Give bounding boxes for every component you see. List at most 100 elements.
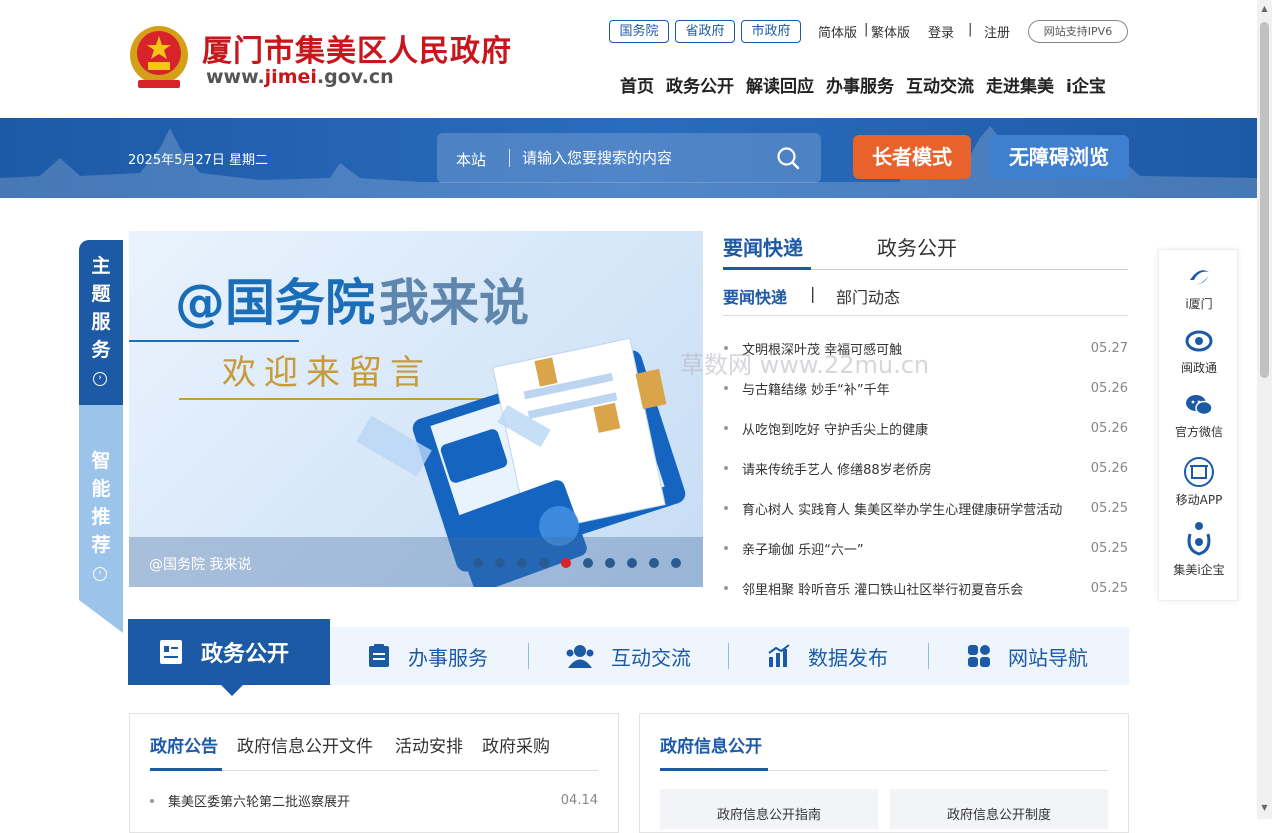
national-emblem-icon	[130, 26, 188, 88]
clipboard-icon	[369, 644, 389, 667]
nav-interpretation[interactable]: 解读回应	[746, 72, 814, 97]
carousel-dot[interactable]	[561, 558, 571, 568]
nav-services[interactable]: 办事服务	[826, 72, 894, 97]
scrollbar-thumb[interactable]	[1260, 22, 1269, 378]
announcements-panel	[129, 713, 619, 833]
nav-divider	[528, 643, 529, 669]
link-label: 闽政通	[1180, 361, 1217, 375]
carousel-title-b: 我来说	[379, 274, 529, 332]
carousel-dot[interactable]	[583, 558, 593, 568]
link-i-xiamen[interactable]: i厦门	[1159, 262, 1239, 312]
carousel-subtitle: 欢迎来留言	[222, 353, 432, 393]
nav-gov-affairs[interactable]: 政务公开	[666, 72, 734, 97]
feature-label: 互动交流	[611, 645, 691, 670]
lang-simplified[interactable]: 简体版	[818, 22, 857, 41]
subtab-news-express[interactable]: 要闻快递	[723, 284, 787, 308]
register-link[interactable]: 注册	[984, 22, 1010, 41]
theme-service-char: 主	[91, 255, 111, 277]
nav-home[interactable]: 首页	[620, 72, 654, 97]
subtab-dept-news[interactable]: 部门动态	[836, 284, 900, 308]
ipv6-badge: 网站支持IPV6	[1028, 20, 1128, 43]
card-disclosure-system[interactable]: 政府信息公开制度	[890, 789, 1108, 829]
list-item[interactable]: 集美区委第六轮第二批巡察展开 04.14	[150, 791, 598, 810]
site-url: www.jimei.gov.cn	[206, 66, 394, 88]
item-date: 04.14	[560, 793, 598, 808]
bullet	[724, 586, 728, 590]
elder-mode-button[interactable]: 长者模式	[853, 135, 971, 179]
login-link[interactable]: 登录	[928, 22, 954, 41]
card-disclosure-guide[interactable]: 政府信息公开指南	[660, 789, 878, 829]
feature-gov-affairs[interactable]: 政务公开	[157, 619, 289, 685]
news-item[interactable]: 亲子瑜伽 乐迎“六一” 05.25	[723, 528, 1128, 568]
news-date: 05.26	[1090, 380, 1128, 396]
link-label: 集美i企宝	[1173, 563, 1225, 577]
carousel-dot[interactable]	[649, 558, 659, 568]
carousel-dot[interactable]	[495, 558, 505, 568]
accessible-browse-button[interactable]: 无障碍浏览	[989, 135, 1129, 179]
news-item[interactable]: 邻里相聚 聆听音乐 灌口铁山社区举行初夏音乐会 05.25	[723, 568, 1128, 608]
link-city-gov[interactable]: 市政府	[741, 20, 801, 43]
lang-traditional[interactable]: 繁体版	[871, 22, 910, 41]
news-date: 05.27	[1090, 340, 1128, 356]
carousel-title-a: @国务院	[175, 274, 375, 332]
carousel-caption[interactable]: @国务院 我来说	[149, 554, 251, 574]
bullet	[724, 426, 728, 430]
tab-corner-decoration	[79, 600, 123, 633]
theme-service-char: 题	[91, 283, 111, 305]
carousel-dot[interactable]	[473, 558, 483, 568]
feature-site-nav[interactable]: 网站导航	[966, 627, 1088, 685]
carousel-dot[interactable]	[539, 558, 549, 568]
i-qibao-icon	[1187, 522, 1211, 556]
tab-news-express[interactable]: 要闻快递	[723, 232, 803, 261]
feature-label: 数据发布	[808, 645, 888, 670]
smart-recommend-tab[interactable]: 智 能 推 荐 ›	[79, 405, 123, 633]
tab-public-docs[interactable]: 政府信息公开文件	[237, 732, 373, 757]
news-date: 05.25	[1090, 500, 1128, 516]
current-date: 2025年5月27日 星期二	[128, 153, 269, 168]
search-divider	[509, 149, 510, 167]
carousel-dot[interactable]	[627, 558, 637, 568]
nav-i-qibao[interactable]: i企宝	[1066, 72, 1106, 97]
news-date: 05.25	[1090, 580, 1128, 596]
news-item[interactable]: 育心树人 实践育人 集美区举办学生心理健康研学营活动 05.25	[723, 488, 1128, 528]
tab-announcements[interactable]: 政府公告	[150, 732, 218, 757]
smart-recommend-char: 能	[91, 478, 111, 500]
smart-recommend-char: 推	[91, 506, 111, 528]
gov-info-title[interactable]: 政府信息公开	[660, 732, 762, 757]
feature-services[interactable]: 办事服务	[366, 627, 488, 685]
nav-interaction[interactable]: 互动交流	[906, 72, 974, 97]
news-item[interactable]: 从吃饱到吃好 守护舌尖上的健康 05.26	[723, 408, 1128, 448]
link-mobile-app[interactable]: 移动APP	[1159, 456, 1239, 508]
mobile-app-icon	[1184, 457, 1214, 487]
theme-service-tab[interactable]: 主 题 服 务 ›	[79, 240, 123, 410]
link-jimei-i-qibao[interactable]: 集美i企宝	[1159, 520, 1239, 578]
scroll-up-arrow-icon[interactable]: ▲	[1259, 4, 1270, 14]
carousel-dot[interactable]	[605, 558, 615, 568]
i-xiamen-icon	[1190, 270, 1209, 285]
link-province-gov[interactable]: 省政府	[675, 20, 735, 43]
news-item[interactable]: 请来传统手艺人 修缮88岁老侨房 05.26	[723, 448, 1128, 488]
smart-recommend-char: 荐	[91, 534, 111, 556]
minzhengtong-icon	[1185, 330, 1213, 352]
tab-procurement[interactable]: 政府采购	[482, 732, 550, 757]
tab-gov-affairs[interactable]: 政务公开	[877, 232, 957, 261]
link-wechat[interactable]: 官方微信	[1159, 390, 1239, 440]
search-icon[interactable]	[776, 146, 800, 170]
search-input[interactable]	[520, 142, 760, 174]
news-title: 与古籍结缘 妙手“补”千年	[742, 382, 890, 398]
scroll-down-arrow-icon[interactable]: ▼	[1259, 803, 1270, 813]
link-state-council[interactable]: 国务院	[609, 20, 669, 43]
tab-activities[interactable]: 活动安排	[395, 732, 463, 757]
bullet	[724, 386, 728, 390]
site-name[interactable]: 厦门市集美区人民政府	[202, 26, 512, 70]
link-label: 移动APP	[1175, 493, 1223, 507]
link-minzhengtong[interactable]: 闽政通	[1159, 326, 1239, 376]
nav-about-jimei[interactable]: 走进集美	[986, 72, 1054, 97]
news-title: 从吃饱到吃好 守护舌尖上的健康	[742, 422, 929, 438]
search-scope[interactable]: 本站	[456, 149, 486, 170]
watermark-text: 草数网 www.22mu.cn	[680, 351, 930, 379]
feature-data-release[interactable]: 数据发布	[766, 627, 888, 685]
carousel-dot[interactable]	[671, 558, 681, 568]
feature-interaction[interactable]: 互动交流	[565, 627, 691, 685]
carousel-dot[interactable]	[517, 558, 527, 568]
